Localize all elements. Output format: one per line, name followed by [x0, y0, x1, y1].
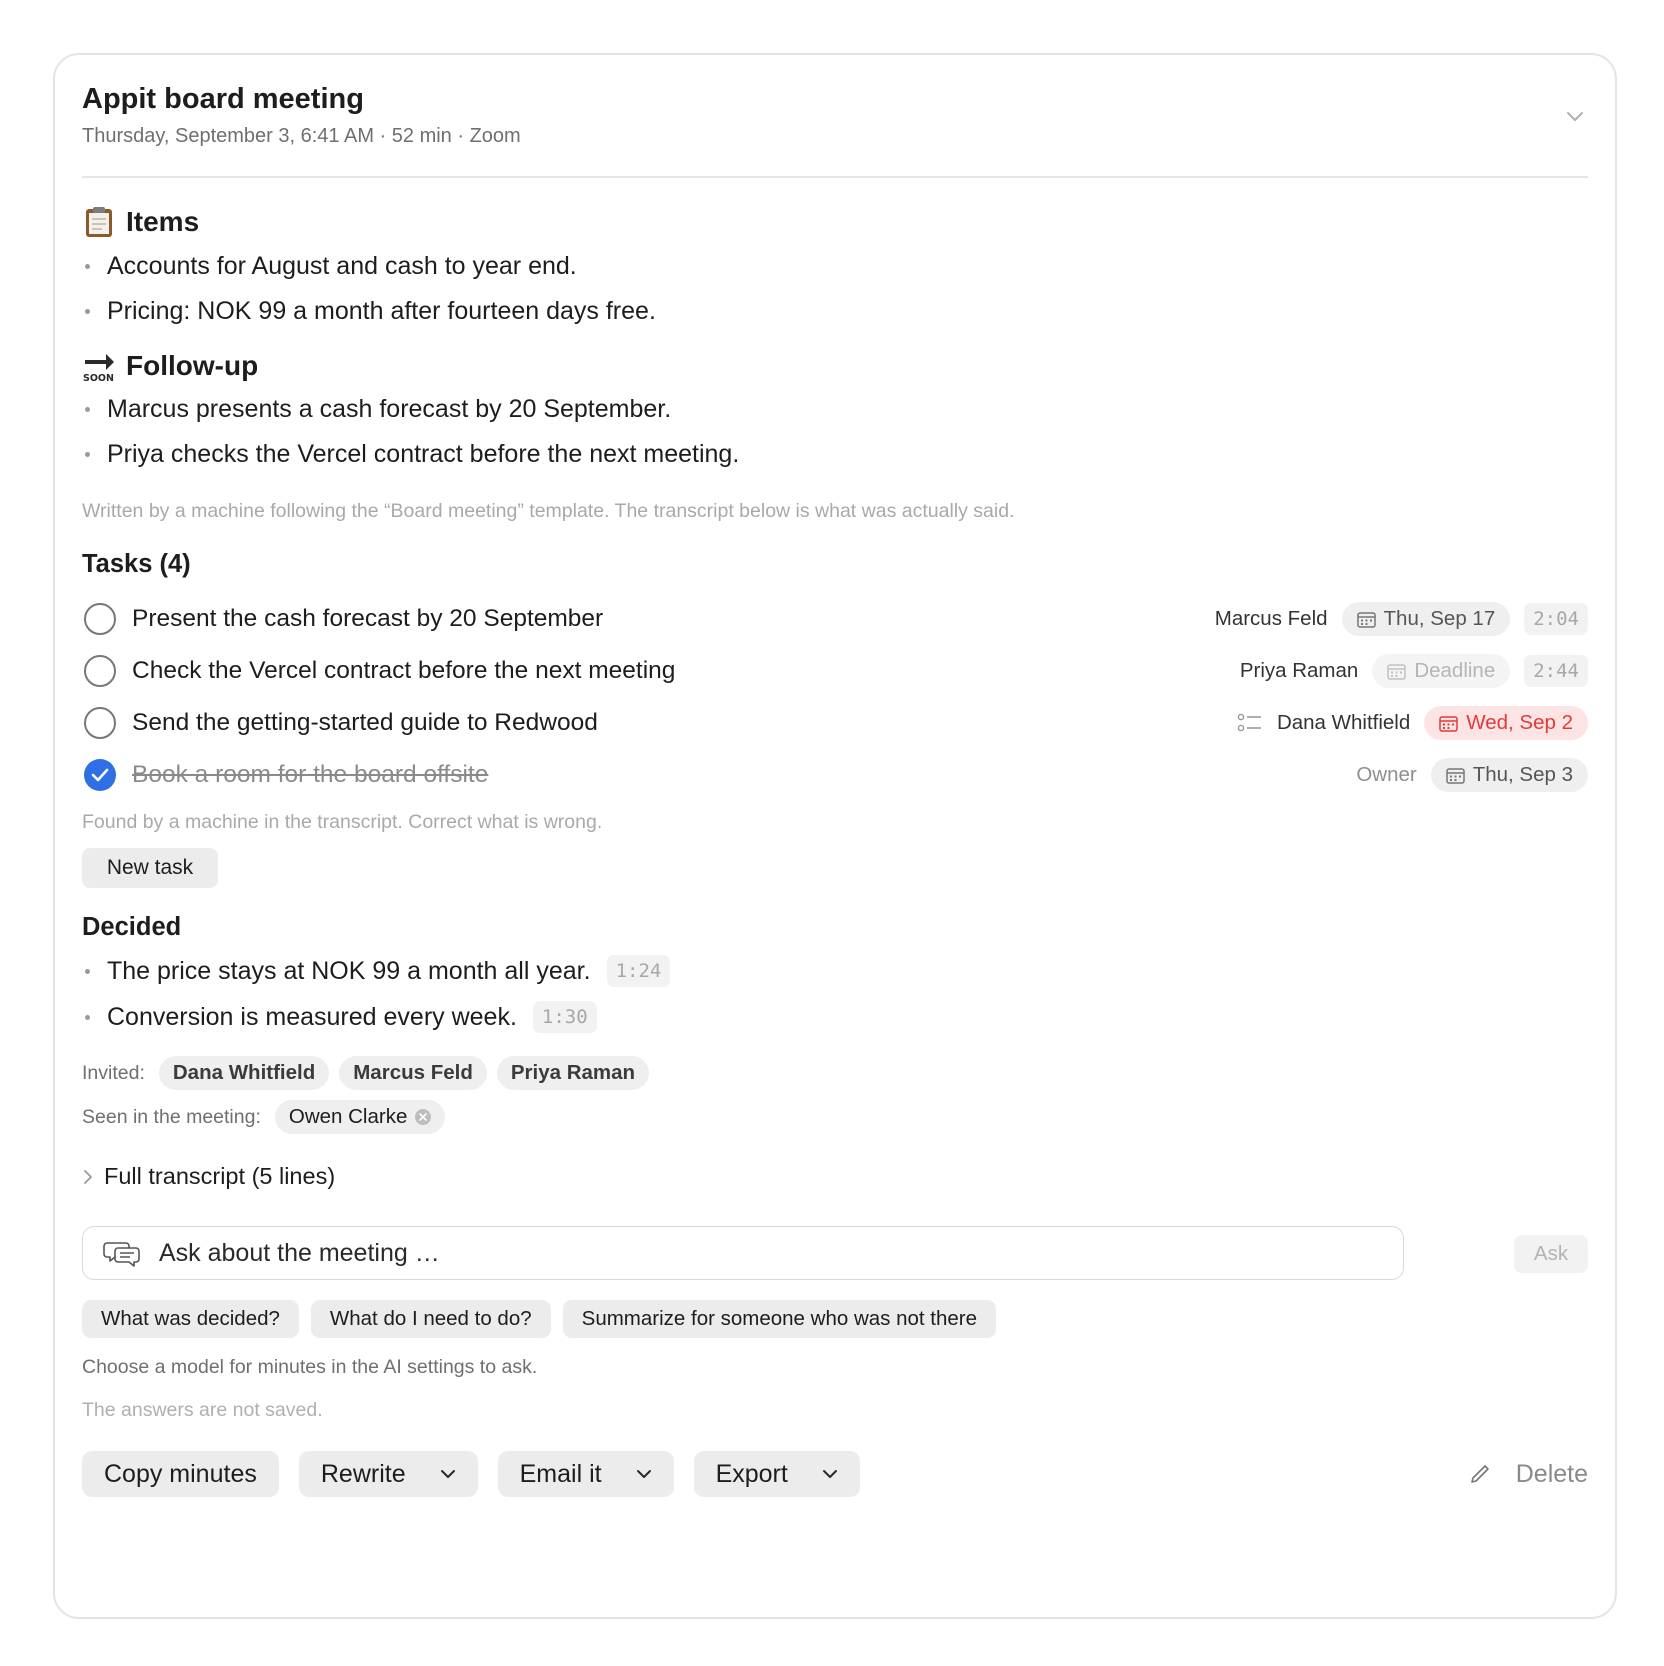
task-text[interactable]: Present the cash forecast by 20 Septembe… — [132, 605, 603, 633]
task-row: Present the cash forecast by 20 Septembe… — [82, 597, 1588, 641]
task-owner[interactable]: Owner — [1356, 763, 1416, 787]
ask-input[interactable] — [159, 1238, 1259, 1268]
suggestion-chip[interactable]: Summarize for someone who was not there — [562, 1300, 997, 1338]
calendar-icon — [1445, 767, 1465, 784]
ask-hint-secondary: The answers are not saved. — [82, 1399, 323, 1421]
checkmark-icon — [91, 768, 109, 782]
task-owner[interactable]: Dana Whitfield — [1277, 711, 1410, 735]
calendar-icon — [1439, 715, 1458, 732]
task-checkbox[interactable] — [84, 707, 116, 739]
person-chip[interactable]: Owen Clarke — [274, 1100, 446, 1134]
email-button[interactable]: Email it — [497, 1451, 674, 1497]
task-checkbox[interactable] — [84, 759, 116, 791]
transcript-toggle[interactable]: Full transcript (5 lines) — [82, 1163, 335, 1190]
chevron-down-icon[interactable] — [1562, 103, 1588, 129]
chat-bubbles-icon — [103, 1242, 140, 1267]
task-owner[interactable]: Marcus Feld — [1215, 607, 1328, 631]
tasks-heading: Tasks (4) — [82, 550, 191, 578]
rewrite-button[interactable]: Rewrite — [298, 1451, 478, 1497]
ask-field[interactable] — [82, 1226, 1404, 1280]
timestamp-link[interactable]: 2:04 — [1524, 603, 1588, 635]
followup-heading: SOON Follow-up — [83, 350, 259, 383]
summary-note: Written by a machine following the “Boar… — [82, 500, 1015, 522]
ask-button[interactable]: Ask — [1514, 1235, 1588, 1273]
invited-row: Invited: Dana Whitfield Marcus Feld Priy… — [82, 1056, 650, 1090]
list-item: Marcus presents a cash forecast by 20 Se… — [82, 395, 671, 424]
meeting-title: Appit board meeting — [82, 83, 364, 115]
delete-button[interactable]: Delete — [1516, 1460, 1588, 1489]
timestamp-link[interactable]: 1:30 — [532, 1001, 597, 1033]
remove-icon[interactable] — [415, 1109, 432, 1125]
list-item: The price stays at NOK 99 a month all ye… — [82, 955, 671, 987]
items-heading: Items — [82, 205, 199, 239]
task-date[interactable]: Thu, Sep 3 — [1430, 758, 1588, 792]
task-checkbox[interactable] — [84, 603, 116, 635]
task-date[interactable]: Wed, Sep 2 — [1424, 706, 1588, 740]
task-text[interactable]: Send the getting-started guide to Redwoo… — [132, 709, 598, 737]
person-chip[interactable]: Dana Whitfield — [158, 1056, 330, 1090]
clipboard-icon — [86, 207, 112, 237]
export-button[interactable]: Export — [693, 1451, 860, 1497]
task-checkbox[interactable] — [84, 655, 116, 687]
svg-text:SOON: SOON — [83, 373, 114, 383]
task-date[interactable]: Deadline — [1372, 654, 1511, 688]
pencil-icon[interactable] — [1468, 1462, 1492, 1486]
timestamp-link[interactable]: 2:44 — [1524, 655, 1588, 687]
chevron-down-icon — [822, 1470, 837, 1478]
chevron-down-icon — [440, 1470, 455, 1478]
suggestion-row: What was decided? What do I need to do? … — [82, 1300, 997, 1338]
action-bar: Copy minutes Rewrite Email it Export Del… — [82, 1450, 1588, 1498]
seen-label: Seen in the meeting: — [82, 1105, 261, 1128]
list-item: Conversion is measured every week. 1:30 — [82, 1001, 597, 1033]
calendar-icon — [1387, 663, 1407, 680]
timestamp-link[interactable]: 1:24 — [606, 955, 671, 987]
task-date[interactable]: Thu, Sep 17 — [1341, 602, 1511, 636]
meeting-subtitle: Thursday, September 3, 6:41 AM · 52 min … — [82, 125, 521, 147]
tasks-note: Found by a machine in the transcript. Co… — [82, 811, 603, 833]
copy-minutes-button[interactable]: Copy minutes — [82, 1451, 279, 1497]
soon-arrow-icon: SOON — [83, 354, 114, 383]
task-row: Send the getting-started guide to Redwoo… — [82, 701, 1588, 745]
person-chip[interactable]: Marcus Feld — [339, 1056, 487, 1090]
person-chip[interactable]: Priya Raman — [496, 1056, 650, 1090]
ask-hint: Choose a model for minutes in the AI set… — [82, 1356, 538, 1378]
calendar-icon — [1356, 611, 1376, 628]
decided-heading: Decided — [82, 913, 182, 941]
invited-label: Invited: — [82, 1061, 145, 1084]
new-task-button[interactable]: New task — [82, 848, 218, 888]
list-item: Accounts for August and cash to year end… — [82, 252, 577, 281]
task-text[interactable]: Check the Vercel contract before the nex… — [132, 657, 675, 685]
checklist-icon[interactable] — [1237, 712, 1263, 734]
list-item: Pricing: NOK 99 a month after fourteen d… — [82, 297, 656, 326]
header-divider — [82, 176, 1588, 178]
task-row: Check the Vercel contract before the nex… — [82, 649, 1588, 693]
suggestion-chip[interactable]: What do I need to do? — [310, 1300, 551, 1338]
suggestion-chip[interactable]: What was decided? — [82, 1300, 299, 1338]
task-text[interactable]: Book a room for the board offsite — [132, 761, 488, 789]
task-row: Book a room for the board offsite Owner … — [82, 753, 1588, 797]
meeting-card: Appit board meeting Thursday, September … — [53, 53, 1617, 1619]
list-item: Priya checks the Vercel contract before … — [82, 440, 739, 469]
chevron-right-icon — [84, 1169, 92, 1184]
task-owner[interactable]: Priya Raman — [1240, 659, 1359, 683]
seen-row: Seen in the meeting: Owen Clarke — [82, 1100, 446, 1134]
chevron-down-icon — [636, 1470, 651, 1478]
